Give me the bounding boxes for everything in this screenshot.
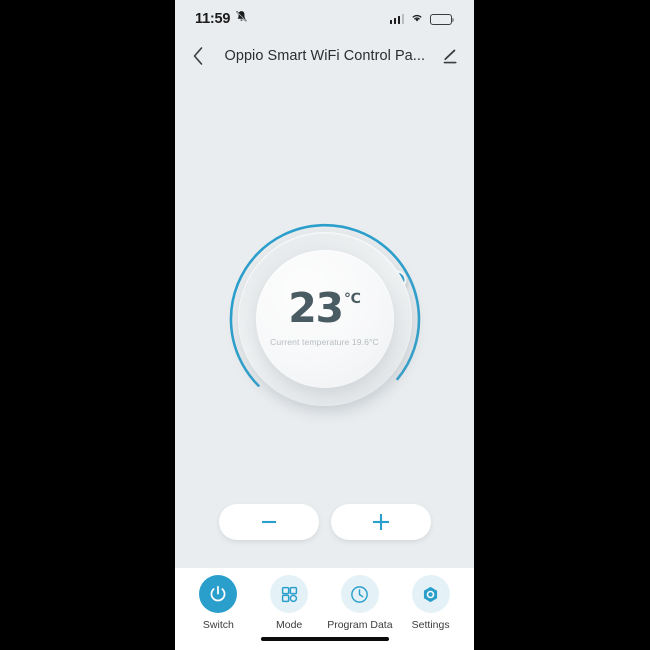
nav-item-switch[interactable]: Switch	[185, 575, 251, 631]
nav-item-program-data[interactable]: Program Data	[327, 575, 393, 631]
dial-face: 23 ℃ Current temperature 19.6°C	[255, 250, 394, 388]
cellular-signal-icon	[389, 14, 404, 24]
bottom-navigation: Switch Mode Program Data Settings	[175, 568, 474, 650]
phone-screen: 11:59 Oppio Smart WiFi Control Pa... 23 …	[175, 0, 474, 650]
temperature-dial[interactable]: 23 ℃ Current temperature 19.6°C	[225, 219, 425, 419]
plus-icon	[372, 514, 389, 530]
hex-nut-icon	[424, 586, 438, 602]
increase-temperature-button[interactable]	[330, 504, 431, 540]
nav-item-mode[interactable]: Mode	[256, 575, 322, 631]
nav-icon-mode	[270, 575, 309, 613]
current-temperature-text: Current temperature 19.6°C	[270, 336, 379, 347]
wifi-icon	[410, 10, 424, 28]
bell-slash-icon	[235, 10, 248, 28]
clock-icon	[351, 585, 369, 603]
page-title: Oppio Smart WiFi Control Pa...	[224, 48, 425, 64]
power-icon	[211, 585, 226, 602]
status-time: 11:59	[195, 11, 231, 27]
battery-icon	[430, 13, 455, 25]
status-bar-left: 11:59	[195, 10, 248, 28]
nav-icon-switch	[199, 575, 238, 613]
nav-label-settings: Settings	[411, 619, 450, 631]
back-button[interactable]	[185, 43, 211, 69]
nav-icon-settings	[411, 575, 450, 613]
status-bar: 11:59	[175, 0, 474, 38]
decrease-temperature-button[interactable]	[218, 504, 319, 540]
app-header: Oppio Smart WiFi Control Pa...	[175, 38, 474, 74]
nav-label-switch: Switch	[202, 619, 234, 631]
minus-icon	[261, 520, 276, 524]
nav-item-settings[interactable]: Settings	[398, 575, 464, 631]
screenshot-stage: 11:59 Oppio Smart WiFi Control Pa... 23 …	[0, 0, 650, 650]
chevron-left-icon	[193, 47, 202, 65]
temperature-controls	[175, 504, 474, 540]
grid-icon	[281, 586, 297, 602]
setpoint-readout: 23 ℃	[288, 284, 361, 333]
pencil-edit-icon	[443, 49, 457, 63]
nav-label-mode: Mode	[275, 619, 303, 631]
nav-icon-program-data	[340, 575, 379, 613]
status-bar-right	[389, 10, 455, 28]
setpoint-value: 23	[288, 284, 344, 333]
main-content: 23 ℃ Current temperature 19.6°C	[175, 74, 474, 617]
edit-button[interactable]	[438, 44, 462, 68]
nav-label-program-data: Program Data	[327, 619, 393, 631]
home-indicator	[260, 636, 389, 641]
setpoint-unit: ℃	[343, 291, 361, 308]
